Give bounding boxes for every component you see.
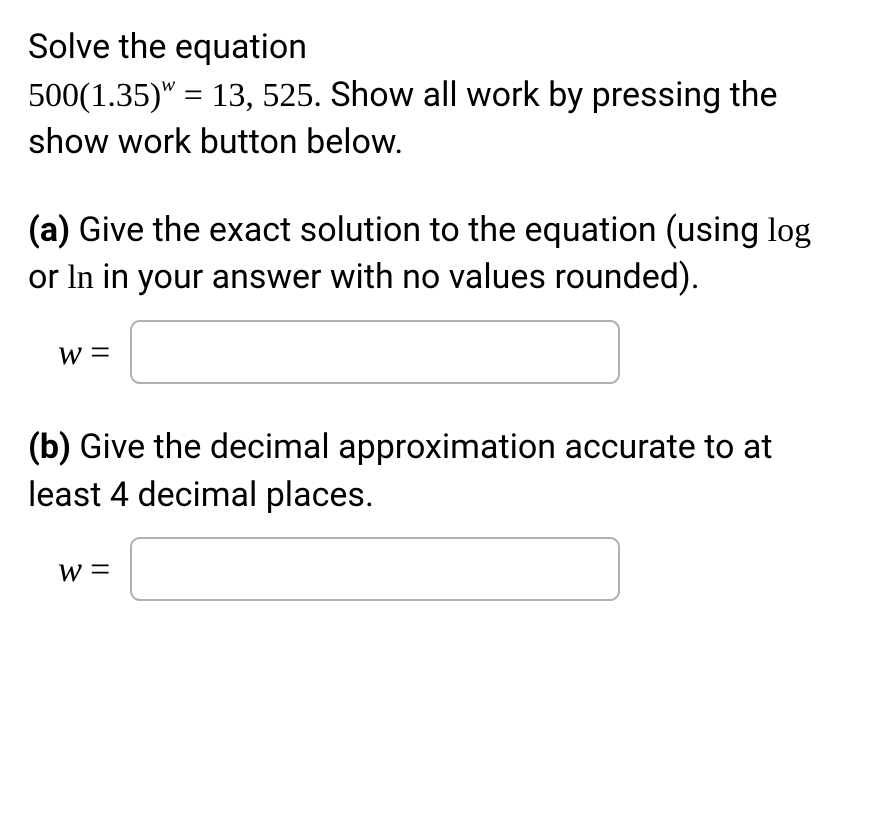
part-a-prompt: (a) Give the exact solution to the equat…: [28, 207, 849, 302]
eq-rhs: 13, 525: [211, 77, 313, 114]
intro-text: Solve the equation: [28, 27, 307, 67]
part-b-equals: =: [90, 544, 110, 594]
part-b-input[interactable]: [130, 537, 620, 601]
part-b-label: (b): [28, 427, 71, 467]
log-text: log: [768, 212, 811, 249]
part-b: (b) Give the decimal approximation accur…: [28, 424, 849, 601]
eq-base: 1.35: [90, 77, 150, 114]
part-a: (a) Give the exact solution to the equat…: [28, 207, 849, 384]
eq-exponent: w: [161, 72, 175, 96]
part-b-answer-row: w =: [28, 537, 849, 601]
eq-equals: =: [175, 77, 211, 114]
eq-paren-open: (: [79, 77, 90, 114]
part-a-text-before: Give the exact solution to the equation …: [70, 210, 768, 250]
part-a-text-between: or: [28, 257, 67, 297]
part-b-text: Give the decimal approximation accurate …: [28, 427, 772, 515]
eq-period: .: [313, 77, 322, 114]
problem-statement: Solve the equation 500(1.35)w = 13, 525.…: [28, 24, 849, 167]
part-b-var: w: [58, 544, 82, 594]
part-a-text-after: in your answer with no values rounded).: [94, 257, 700, 297]
part-a-answer-row: w =: [28, 320, 849, 384]
eq-coef: 500: [28, 77, 79, 114]
part-a-equals: =: [90, 327, 110, 377]
ln-text: ln: [67, 259, 93, 296]
part-a-input[interactable]: [130, 320, 620, 384]
equation: 500(1.35)w = 13, 525: [28, 72, 313, 120]
eq-paren-close: ): [150, 77, 161, 114]
part-a-label: (a): [28, 210, 70, 250]
part-b-prompt: (b) Give the decimal approximation accur…: [28, 424, 849, 519]
part-a-var: w: [58, 327, 82, 377]
